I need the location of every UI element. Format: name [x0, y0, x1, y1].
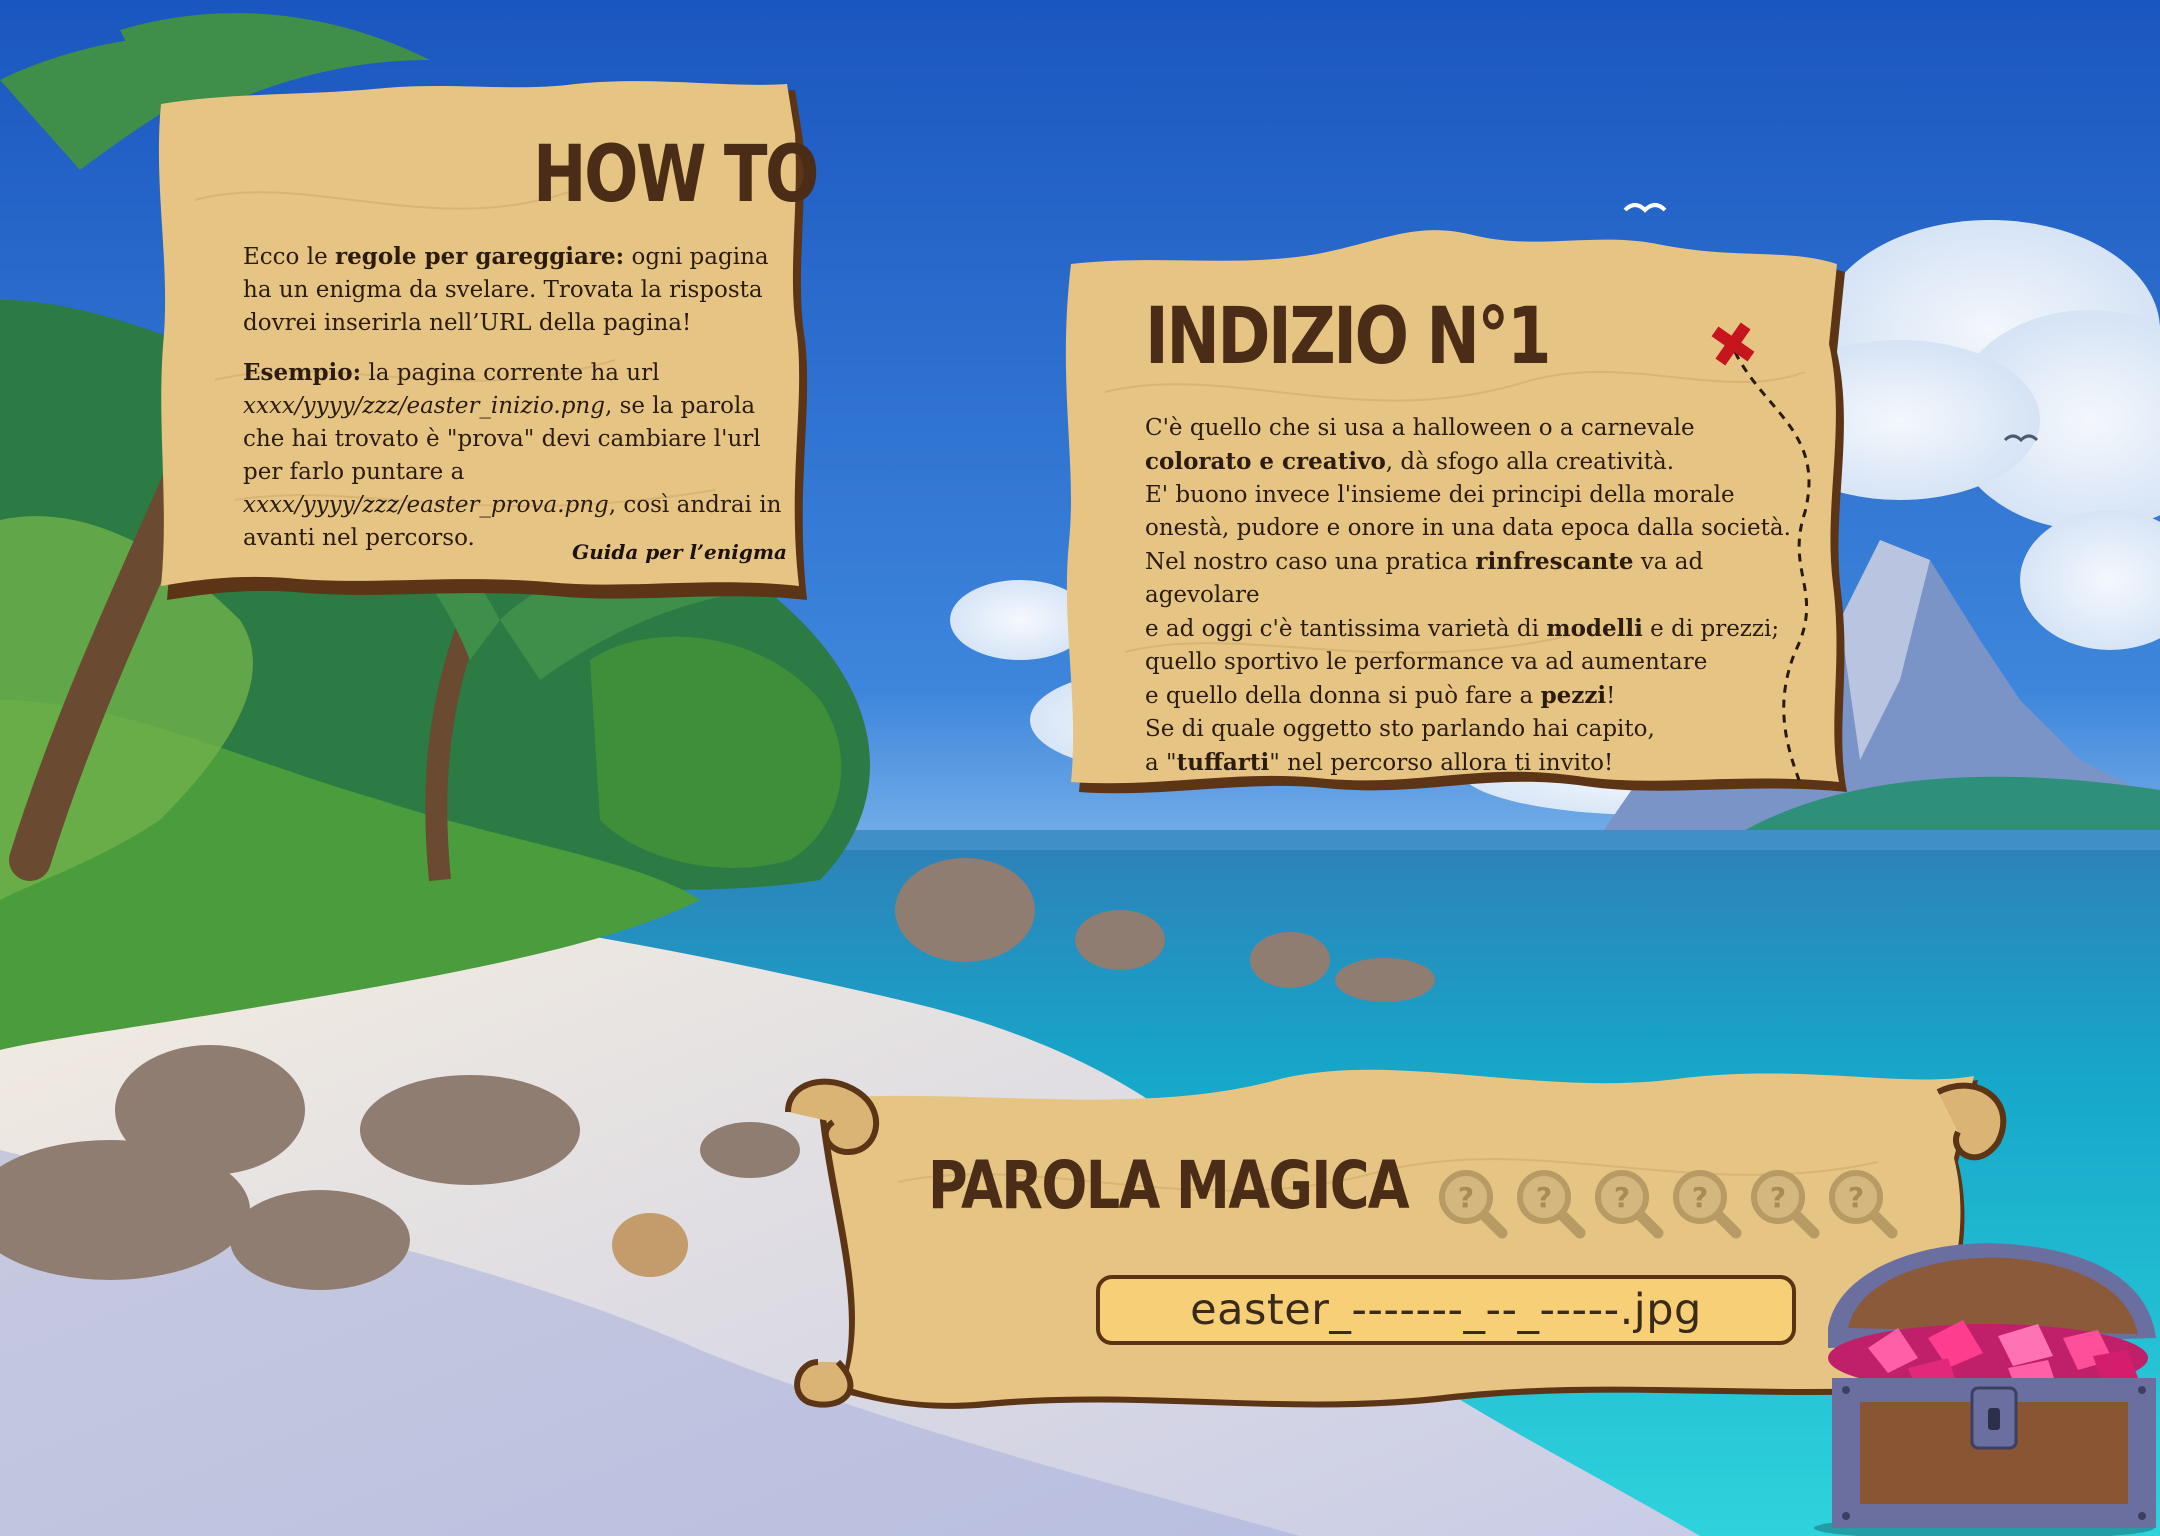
riddle-bold: pezzi	[1540, 682, 1607, 709]
riddle-bold: tuffarti	[1176, 749, 1270, 776]
riddle-bold: colorato e creativo	[1145, 448, 1386, 475]
riddle-text: " nel percorso allora ti invito!	[1269, 750, 1614, 776]
howto-rules-text: Ecco le regole per gareggiare: ogni pagi…	[243, 240, 783, 555]
riddle-text: e ad oggi c'è tantissima varietà di	[1145, 616, 1547, 642]
svg-text:?: ?	[1848, 1181, 1864, 1214]
riddle-line: e quello della donna si può fare a pezzi…	[1145, 679, 1825, 713]
riddle-line: C'è quello che si usa a halloween o a ca…	[1145, 415, 1695, 441]
magnifier-question-icon: ?	[1748, 1167, 1820, 1239]
riddle-text: , dà sfogo alla creatività.	[1385, 449, 1675, 475]
svg-text:?: ?	[1458, 1181, 1474, 1214]
clue-riddle-text: C'è quello che si usa a halloween o a ca…	[1145, 412, 1825, 780]
riddle-line: e ad oggi c'è tantissima varietà di mode…	[1145, 612, 1825, 646]
clue-panel: INDIZIO N°1 C'è quello che si usa a hall…	[1065, 230, 1855, 804]
treasure-chest-icon	[1814, 1243, 2156, 1536]
howto-signature: Guida per l’enigma	[572, 540, 787, 564]
magnifier-question-icon: ?	[1514, 1167, 1586, 1239]
riddle-text: Nel nostro caso una pratica	[1145, 549, 1476, 575]
riddle-line: onestà, pudore e onore in una data epoca…	[1145, 515, 1791, 541]
example-current-url: xxxx/yyyy/zzz/easter_inizio.png	[243, 393, 605, 419]
howto-title: HOW TO	[533, 130, 819, 220]
riddle-line: Se di quale oggetto sto parlando hai cap…	[1145, 716, 1655, 742]
magnifier-question-icon: ?	[1670, 1167, 1742, 1239]
magnifier-question-icon: ?	[1826, 1167, 1898, 1239]
example-target-url: xxxx/yyyy/zzz/easter_prova.png	[243, 492, 609, 518]
magnifier-question-icon: ?	[1436, 1167, 1508, 1239]
riddle-line: quello sportivo le performance va ad aum…	[1145, 649, 1708, 675]
answer-field[interactable]: easter_-------_--_-----.jpg	[1096, 1275, 1796, 1345]
riddle-bold: modelli	[1546, 615, 1643, 642]
riddle-line: a "tuffarti" nel percorso allora ti invi…	[1145, 746, 1825, 780]
howto-panel: HOW TO Ecco le regole per gareggiare: og…	[155, 80, 819, 610]
riddle-line: colorato e creativo, dà sfogo alla creat…	[1145, 445, 1825, 479]
magic-word-title: PAROLA MAGICA	[928, 1147, 1410, 1224]
example-label: Esempio:	[243, 359, 362, 386]
riddle-text: e di prezzi;	[1642, 616, 1780, 642]
riddle-bold: rinfrescante	[1475, 548, 1634, 575]
svg-text:?: ?	[1536, 1181, 1552, 1214]
riddle-text: !	[1606, 683, 1616, 709]
svg-text:?: ?	[1692, 1181, 1708, 1214]
svg-text:?: ?	[1614, 1181, 1630, 1214]
clue-title: INDIZIO N°1	[1145, 292, 1551, 382]
example-text-a: la pagina corrente ha url	[361, 360, 660, 386]
riddle-text: a "	[1145, 750, 1177, 776]
clue-progress: ??????	[1436, 1167, 1898, 1239]
howto-rules-intro: Ecco le	[243, 244, 335, 270]
svg-text:?: ?	[1770, 1181, 1786, 1214]
riddle-line: E' buono invece l'insieme dei principi d…	[1145, 482, 1735, 508]
riddle-line: Nel nostro caso una pratica rinfrescante…	[1145, 545, 1825, 612]
riddle-text: e quello della donna si può fare a	[1145, 683, 1541, 709]
magnifier-question-icon: ?	[1592, 1167, 1664, 1239]
howto-rules-highlight: regole per gareggiare:	[335, 243, 625, 270]
